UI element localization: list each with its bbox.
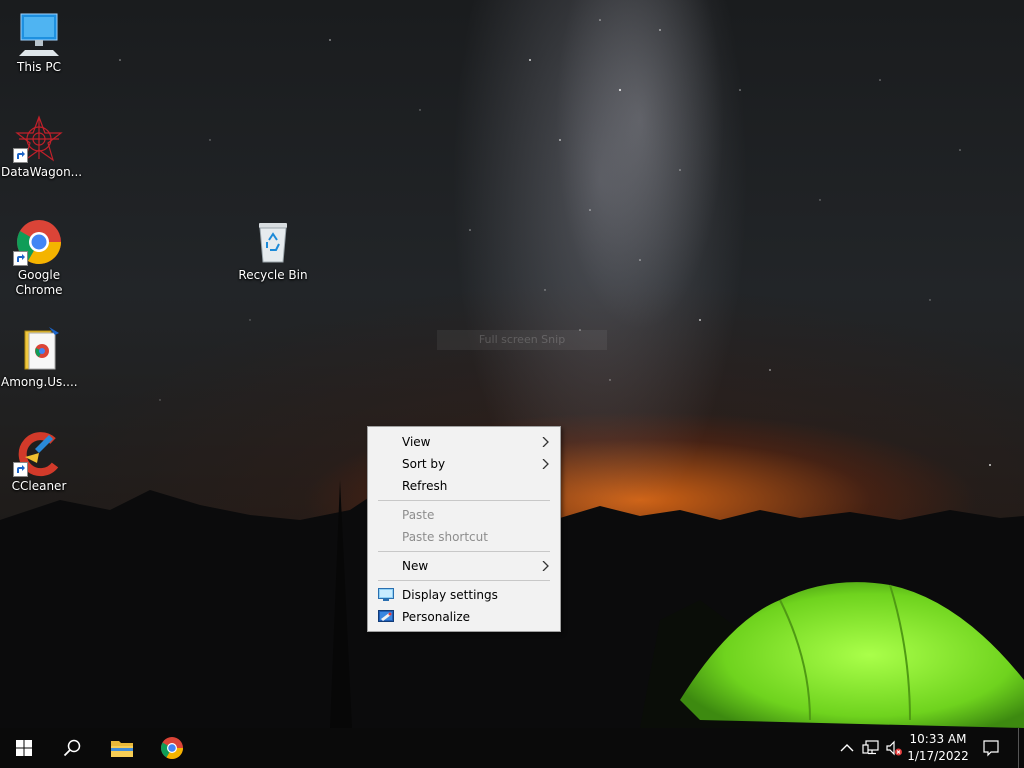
- menu-item-label: Paste: [402, 508, 435, 522]
- desktop-icon-label: Google Chrome: [15, 268, 63, 297]
- computer-icon: [15, 10, 63, 58]
- desktop-icon-label: This PC: [17, 60, 61, 74]
- volume-muted-icon: [886, 740, 902, 756]
- clock-date: 1/17/2022: [907, 749, 969, 763]
- menu-item-paste-shortcut: Paste shortcut: [368, 526, 560, 548]
- desktop-icon-recycle-bin[interactable]: Recycle Bin: [235, 218, 311, 283]
- shortcut-arrow-icon: [13, 251, 28, 266]
- desktop-icon-label: Recycle Bin: [238, 268, 308, 282]
- menu-separator: [378, 580, 550, 581]
- chevron-right-icon: [542, 459, 549, 469]
- desktop-icon-datawagon[interactable]: DataWagon...: [1, 115, 83, 180]
- menu-item-label: View: [402, 435, 431, 449]
- menu-item-paste: Paste: [368, 504, 560, 526]
- chrome-icon: [13, 218, 63, 266]
- notification-icon: [983, 740, 999, 757]
- start-icon: [16, 740, 32, 756]
- chevron-right-icon: [542, 561, 549, 571]
- desktop-icon-label: Among.Us....: [1, 375, 78, 389]
- menu-item-label: Personalize: [402, 610, 471, 624]
- snip-tooltip-ghost: Full screen Snip: [437, 330, 607, 350]
- file-explorer-icon: [111, 741, 133, 757]
- shortcut-arrow-icon: [13, 462, 28, 477]
- menu-separator: [378, 551, 550, 552]
- desktop-context-menu: View Sort by Refresh Paste Paste shortcu…: [367, 426, 561, 632]
- search-icon: [63, 739, 81, 757]
- menu-item-refresh[interactable]: Refresh: [368, 475, 560, 497]
- clock-time: 10:33 AM: [909, 732, 967, 746]
- desktop-icon-ccleaner[interactable]: CCleaner: [1, 429, 77, 494]
- menu-item-label: New: [402, 559, 429, 573]
- shortcut-arrow-icon: [13, 148, 28, 163]
- chrome-taskbar-button[interactable]: [148, 728, 196, 768]
- chrome-icon: [161, 737, 183, 759]
- glowing-tent: [680, 582, 1024, 728]
- menu-item-personalize[interactable]: Personalize: [368, 606, 560, 628]
- network-icon: [862, 740, 879, 755]
- action-center-button[interactable]: [982, 739, 1000, 757]
- volume-tray-button[interactable]: [885, 739, 903, 757]
- show-desktop-button[interactable]: [1018, 728, 1019, 768]
- desktop-icon-this-pc[interactable]: This PC: [1, 10, 77, 75]
- menu-separator: [378, 500, 550, 501]
- file-explorer-button[interactable]: [98, 728, 146, 768]
- menu-item-label: Paste shortcut: [402, 530, 488, 544]
- desktop-icon-label: CCleaner: [11, 479, 67, 493]
- display-icon: [378, 588, 394, 601]
- desktop-icon-label: DataWagon...: [1, 165, 83, 179]
- desktop-icon-google-chrome[interactable]: Google Chrome: [1, 218, 77, 298]
- menu-item-label: Refresh: [402, 479, 448, 493]
- recycle-bin-icon: [249, 218, 297, 266]
- menu-item-label: Sort by: [402, 457, 446, 471]
- chevron-right-icon: [542, 437, 549, 447]
- archive-file-icon: [15, 325, 63, 373]
- datawagon-icon: [13, 115, 63, 163]
- show-hidden-icons-button[interactable]: [838, 739, 856, 757]
- taskbar: 10:33 AM 1/17/2022: [0, 728, 1024, 768]
- desktop-icon-among-us[interactable]: Among.Us....: [1, 325, 78, 390]
- ccleaner-icon: [13, 429, 63, 477]
- menu-item-sort-by[interactable]: Sort by: [368, 453, 560, 475]
- network-tray-button[interactable]: [862, 739, 880, 757]
- menu-item-display-settings[interactable]: Display settings: [368, 584, 560, 606]
- personalize-icon: [378, 610, 394, 622]
- menu-item-label: Display settings: [402, 588, 498, 602]
- taskbar-clock[interactable]: 10:33 AM 1/17/2022: [906, 731, 970, 765]
- search-button[interactable]: [48, 728, 96, 768]
- chevron-up-icon: [840, 744, 854, 752]
- start-button[interactable]: [0, 728, 48, 768]
- menu-item-new[interactable]: New: [368, 555, 560, 577]
- menu-item-view[interactable]: View: [368, 431, 560, 453]
